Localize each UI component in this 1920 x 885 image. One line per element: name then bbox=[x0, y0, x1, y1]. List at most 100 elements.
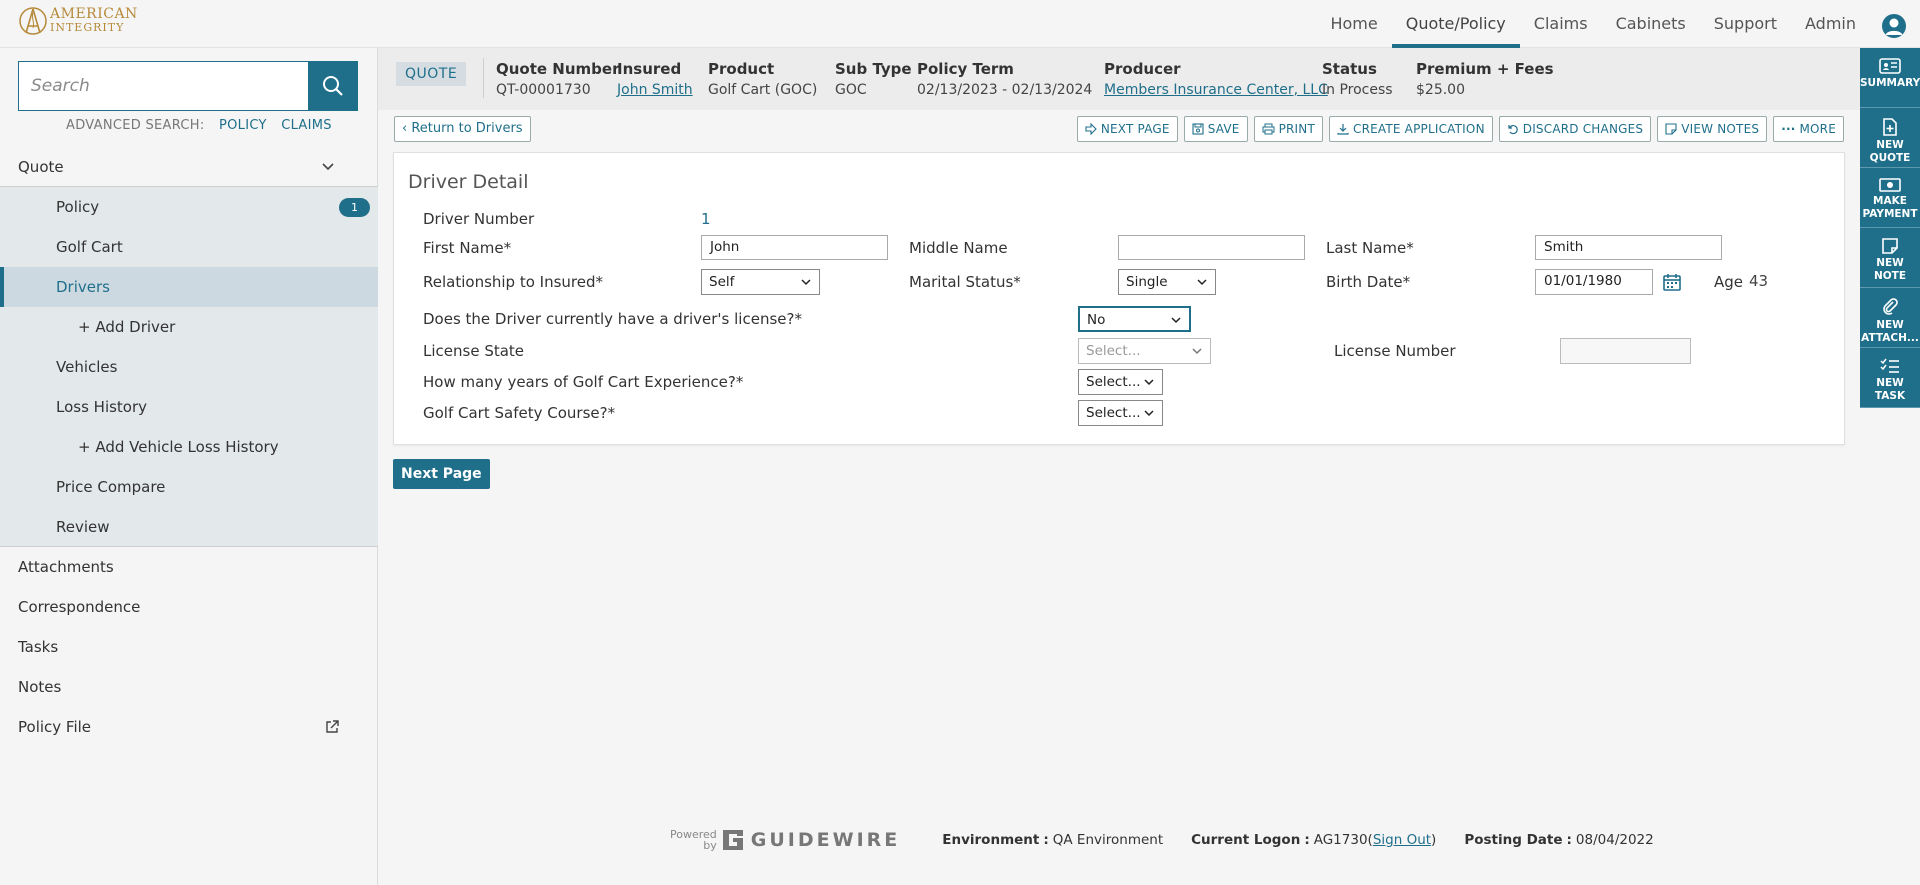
nav-cabinets[interactable]: Cabinets bbox=[1602, 0, 1700, 48]
sidebar-item-label: Policy bbox=[56, 198, 100, 216]
new-document-icon bbox=[1883, 118, 1897, 136]
nav-support[interactable]: Support bbox=[1700, 0, 1791, 48]
side-nav: Quote Policy 1 Golf Cart Drivers + Add D… bbox=[0, 147, 378, 747]
rail-new-task-button[interactable]: NEW TASK bbox=[1860, 348, 1920, 408]
sidebar-item-policy-file[interactable]: Policy File bbox=[0, 707, 378, 747]
chevron-left-icon: ‹ bbox=[402, 121, 408, 136]
policy-term-label: Policy Term bbox=[917, 60, 1014, 78]
top-nav: Home Quote/Policy Claims Cabinets Suppor… bbox=[1316, 0, 1870, 48]
sidebar-item-golf-cart[interactable]: Golf Cart bbox=[0, 227, 378, 267]
has-license-select[interactable]: No bbox=[1078, 306, 1191, 332]
company-logo[interactable]: AMERICAN INTEGRITY bbox=[18, 4, 138, 38]
premium-label: Premium + Fees bbox=[1416, 60, 1554, 78]
page-footer: Powered by GUIDEWIRE Environment: QA Env… bbox=[670, 828, 1654, 852]
product-field: Product Golf Cart (GOC) bbox=[708, 60, 817, 98]
license-state-select[interactable]: Select... bbox=[1078, 338, 1211, 364]
by-label: by bbox=[703, 839, 717, 852]
safety-course-select[interactable]: Select... bbox=[1078, 400, 1163, 426]
logo-text: AMERICAN INTEGRITY bbox=[50, 7, 138, 34]
product-value: Golf Cart (GOC) bbox=[708, 82, 818, 98]
advanced-search-policy-link[interactable]: POLICY bbox=[219, 118, 267, 133]
chevron-down-icon bbox=[1197, 279, 1207, 286]
license-state-label: License State bbox=[423, 342, 525, 360]
sidebar-item-review[interactable]: Review bbox=[0, 507, 378, 547]
print-icon bbox=[1262, 123, 1275, 135]
environment-label: Environment bbox=[942, 832, 1040, 848]
download-icon bbox=[1337, 124, 1349, 135]
marital-status-select[interactable]: Single bbox=[1118, 269, 1216, 295]
next-page-label: NEXT PAGE bbox=[1100, 122, 1170, 136]
return-to-drivers-button[interactable]: ‹ Return to Drivers bbox=[394, 116, 531, 142]
middle-name-field[interactable] bbox=[1118, 235, 1305, 260]
nav-home[interactable]: Home bbox=[1316, 0, 1391, 48]
rail-new-quote-button[interactable]: NEW QUOTE bbox=[1860, 108, 1920, 168]
chevron-down-icon bbox=[1144, 379, 1154, 386]
rail-new-note-label1: NEW bbox=[1876, 257, 1904, 269]
create-application-button[interactable]: CREATE APPLICATION bbox=[1328, 116, 1493, 142]
sidebar-item-price-compare[interactable]: Price Compare bbox=[0, 467, 378, 507]
print-button[interactable]: PRINT bbox=[1253, 116, 1323, 142]
paperclip-icon bbox=[1883, 298, 1898, 315]
chevron-down-icon bbox=[1144, 410, 1154, 417]
sidebar-item-loss-history[interactable]: Loss History bbox=[0, 387, 378, 427]
save-button[interactable]: SAVE bbox=[1183, 116, 1248, 142]
sidebar-item-notes[interactable]: Notes bbox=[0, 667, 378, 707]
search-button[interactable] bbox=[308, 61, 358, 111]
sidebar-item-add-driver[interactable]: + Add Driver bbox=[0, 307, 378, 347]
rail-new-task-label1: NEW bbox=[1876, 377, 1904, 389]
sub-type-value: GOC bbox=[835, 82, 867, 98]
golf-cart-experience-label: How many years of Golf Cart Experience?* bbox=[423, 373, 744, 391]
nav-claims[interactable]: Claims bbox=[1520, 0, 1602, 48]
rail-new-attachment-button[interactable]: NEW ATTACH... bbox=[1860, 288, 1920, 348]
user-avatar-icon[interactable] bbox=[1882, 14, 1906, 38]
rail-new-note-button[interactable]: NEW NOTE bbox=[1860, 228, 1920, 288]
license-number-field[interactable] bbox=[1560, 338, 1691, 364]
age-value: 43 bbox=[1749, 272, 1769, 290]
rail-make-payment-button[interactable]: MAKE PAYMENT bbox=[1860, 168, 1920, 228]
sidebar-item-tasks[interactable]: Tasks bbox=[0, 627, 378, 667]
chevron-down-icon bbox=[1192, 348, 1202, 355]
nav-quote-policy[interactable]: Quote/Policy bbox=[1391, 0, 1520, 48]
sidebar-item-vehicles[interactable]: Vehicles bbox=[0, 347, 378, 387]
next-page-primary-button[interactable]: Next Page bbox=[393, 459, 490, 489]
discard-changes-button[interactable]: DISCARD CHANGES bbox=[1498, 116, 1652, 142]
quote-number-label: Quote Number bbox=[496, 60, 620, 78]
relationship-select[interactable]: Self bbox=[701, 269, 820, 295]
quote-number-value: QT-00001730 bbox=[496, 82, 591, 98]
calendar-icon[interactable] bbox=[1662, 272, 1682, 292]
producer-link[interactable]: Members Insurance Center, LLC bbox=[1104, 82, 1328, 98]
advanced-search-claims-link[interactable]: CLAIMS bbox=[281, 118, 332, 133]
premium-field: Premium + Fees $25.00 bbox=[1416, 60, 1554, 98]
sidebar-item-label: Quote bbox=[18, 158, 64, 176]
license-question-label: Does the Driver currently have a driver'… bbox=[423, 310, 802, 328]
sidebar-item-quote[interactable]: Quote bbox=[0, 147, 378, 187]
last-name-field[interactable]: Smith bbox=[1535, 235, 1722, 260]
next-page-button[interactable]: NEXT PAGE bbox=[1076, 116, 1178, 142]
policy-term-value: 02/13/2023 - 02/13/2024 bbox=[917, 82, 1093, 98]
sidebar-item-policy[interactable]: Policy 1 bbox=[0, 187, 378, 227]
sidebar-item-attachments[interactable]: Attachments bbox=[0, 547, 378, 587]
golf-cart-experience-select[interactable]: Select... bbox=[1078, 369, 1163, 395]
advanced-search: ADVANCED SEARCH: POLICY CLAIMS bbox=[66, 118, 332, 133]
top-bar: AMERICAN INTEGRITY Home Quote/Policy Cla… bbox=[0, 0, 1920, 48]
rail-new-quote-label1: NEW bbox=[1876, 139, 1904, 151]
view-notes-button[interactable]: VIEW NOTES bbox=[1657, 116, 1768, 142]
birth-date-field[interactable]: 01/01/1980 bbox=[1535, 269, 1653, 295]
powered-by-guidewire: Powered by GUIDEWIRE bbox=[670, 828, 900, 852]
rail-summary-button[interactable]: SUMMARY bbox=[1860, 48, 1920, 108]
status-label: Status bbox=[1322, 60, 1377, 78]
more-button[interactable]: ··· MORE bbox=[1773, 116, 1844, 142]
insured-link[interactable]: John Smith bbox=[617, 82, 693, 98]
nav-admin[interactable]: Admin bbox=[1791, 0, 1870, 48]
first-name-field[interactable]: John bbox=[701, 235, 888, 260]
sign-out-link[interactable]: Sign Out bbox=[1373, 832, 1431, 848]
search-input[interactable] bbox=[18, 61, 308, 111]
action-toolbar: NEXT PAGE SAVE PRINT CREATE APPLICATION … bbox=[1076, 116, 1844, 142]
sidebar-item-add-vehicle-loss-history[interactable]: + Add Vehicle Loss History bbox=[0, 427, 378, 467]
sidebar-item-correspondence[interactable]: Correspondence bbox=[0, 587, 378, 627]
last-name-label: Last Name* bbox=[1326, 239, 1414, 257]
task-list-icon bbox=[1880, 358, 1899, 373]
has-license-value: No bbox=[1087, 312, 1106, 328]
logo-mark-icon bbox=[18, 4, 48, 38]
sidebar-item-drivers[interactable]: Drivers bbox=[0, 267, 378, 307]
